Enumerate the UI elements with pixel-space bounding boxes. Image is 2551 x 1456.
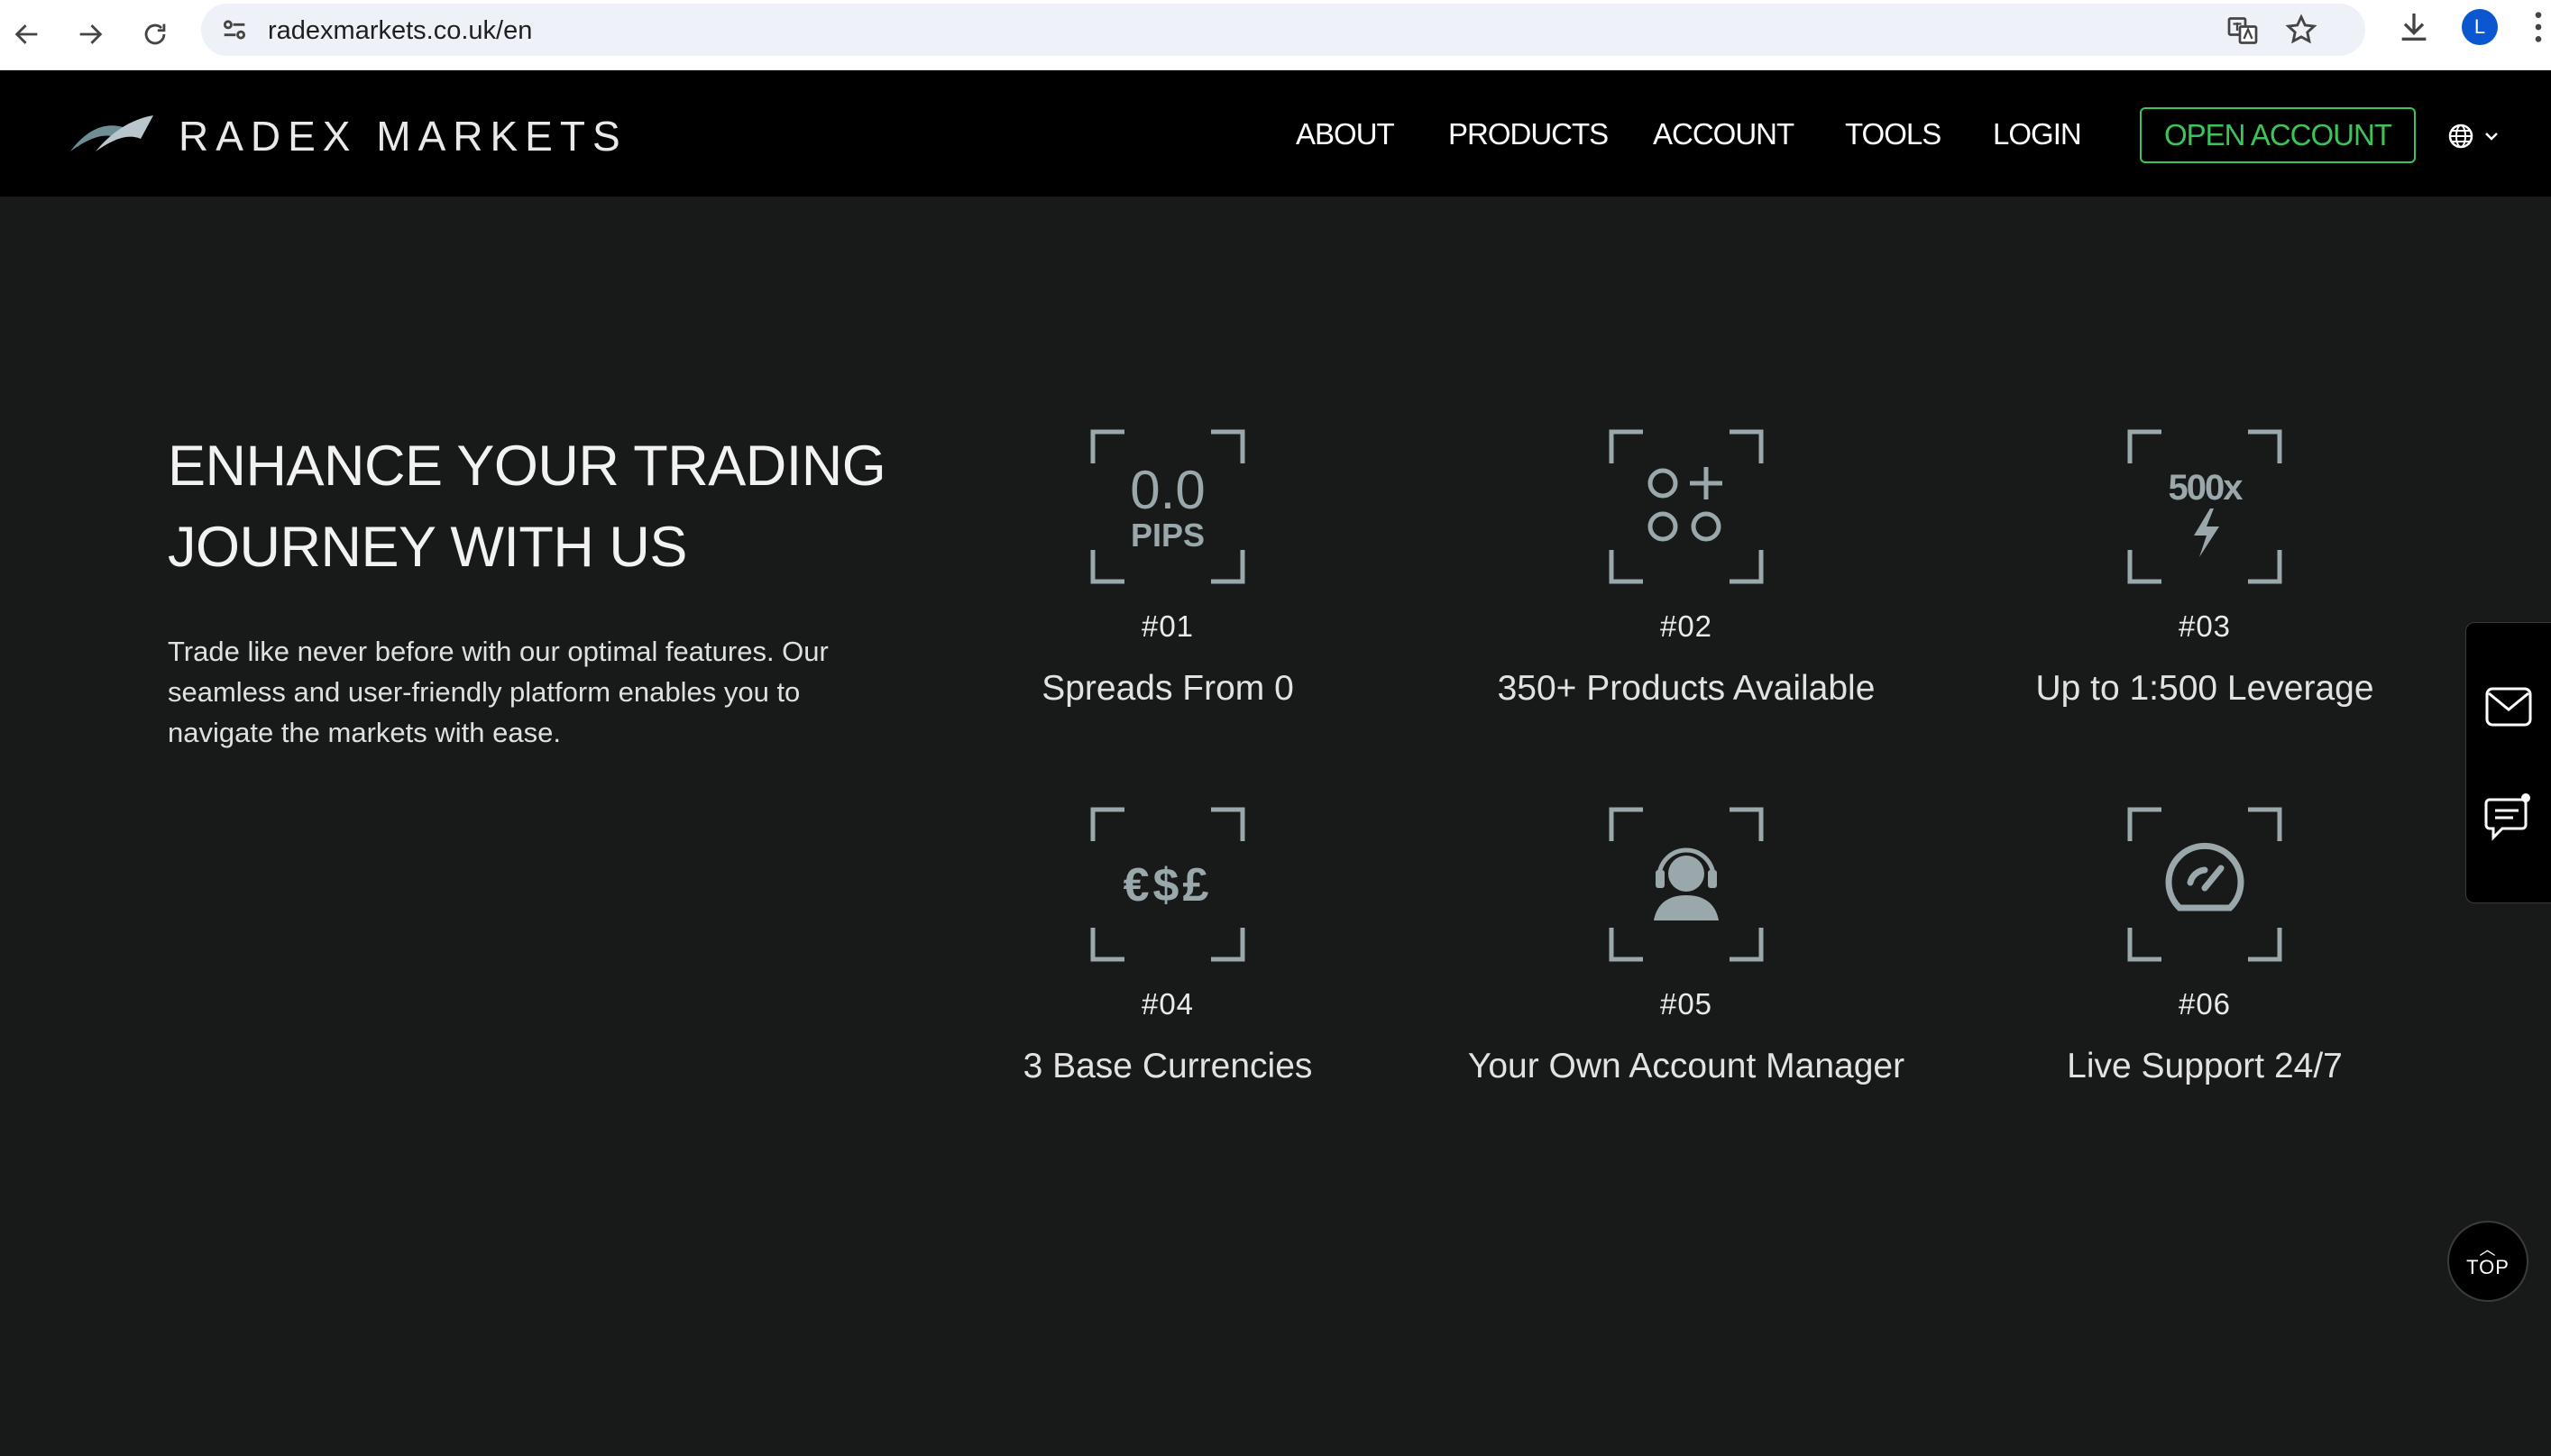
nav-tools[interactable]: TOOLS xyxy=(1845,117,1941,151)
hero-title: ENHANCE YOUR TRADING JOURNEY WITH US xyxy=(168,426,907,588)
account-manager-icon xyxy=(1609,807,1764,962)
site-header: RADEX MARKETS ABOUT PRODUCTS ACCOUNT TOO… xyxy=(0,70,2551,197)
brand-name[interactable]: RADEX MARKETS xyxy=(179,112,628,160)
forward-button[interactable] xyxy=(65,9,115,60)
hero-title-line1: ENHANCE YOUR TRADING xyxy=(168,435,886,498)
address-bar[interactable]: radexmarkets.co.uk/en xyxy=(201,4,2365,56)
bookmark-star-icon[interactable] xyxy=(2284,13,2318,47)
top-label: TOP xyxy=(2466,1256,2510,1278)
feature-number: #05 xyxy=(1659,987,1713,1021)
download-icon[interactable] xyxy=(2396,9,2432,45)
back-arrow-icon xyxy=(14,24,38,44)
feature-card: #06 Live Support 24/7 xyxy=(1952,807,2457,1086)
browser-toolbar: radexmarkets.co.uk/en L xyxy=(0,0,2551,70)
products-icon xyxy=(1609,429,1764,584)
open-account-button[interactable]: OPEN ACCOUNT xyxy=(2140,107,2416,163)
profile-avatar[interactable]: L xyxy=(2462,9,2498,45)
feature-card: 500x #03 Up to 1:500 Leverage xyxy=(1952,429,2457,709)
feature-label: 350+ Products Available xyxy=(1497,669,1876,708)
feature-card: €$£ #04 3 Base Currencies xyxy=(915,807,1420,1086)
feature-label: 3 Base Currencies xyxy=(1023,1047,1313,1085)
radex-logo-mark[interactable] xyxy=(69,112,155,153)
language-globe-icon[interactable] xyxy=(2446,123,2506,150)
feature-label: Your Own Account Manager xyxy=(1467,1047,1905,1085)
speedometer-icon xyxy=(2127,807,2282,962)
more-menu-icon[interactable] xyxy=(2530,9,2546,45)
nav-products[interactable]: PRODUCTS xyxy=(1448,117,1609,151)
mail-icon[interactable] xyxy=(2484,686,2533,728)
feature-card: #02 350+ Products Available xyxy=(1434,429,1939,709)
feature-card: #05 Your Own Account Manager xyxy=(1434,807,1939,1086)
nav-about[interactable]: ABOUT xyxy=(1296,117,1395,151)
nav-account[interactable]: ACCOUNT xyxy=(1653,117,1794,151)
back-button[interactable] xyxy=(2,9,52,60)
back-to-top-button[interactable]: ︿ TOP xyxy=(2447,1221,2528,1302)
chevron-up-icon: ︿ xyxy=(2479,1241,2497,1259)
currencies-icon: €$£ xyxy=(1090,807,1245,962)
svg-text:PIPS: PIPS xyxy=(1131,517,1205,554)
feature-number: #01 xyxy=(1141,609,1195,643)
feature-label: Spreads From 0 xyxy=(1042,669,1294,708)
hero-description: Trade like never before with our optimal… xyxy=(168,636,829,748)
reload-button[interactable] xyxy=(130,9,180,60)
translate-icon[interactable] xyxy=(2226,14,2259,47)
leverage-icon: 500x xyxy=(2127,429,2282,584)
feature-number: #03 xyxy=(2178,609,2232,643)
feature-number: #02 xyxy=(1659,609,1713,643)
feature-label: Up to 1:500 Leverage xyxy=(2035,669,2374,708)
svg-text:0.0: 0.0 xyxy=(1130,460,1205,520)
forward-arrow-icon xyxy=(79,24,103,44)
contact-side-panel xyxy=(2465,622,2551,903)
url-text: radexmarkets.co.uk/en xyxy=(268,16,533,45)
nav-login[interactable]: LOGIN xyxy=(1993,117,2082,151)
chat-icon[interactable] xyxy=(2484,791,2535,841)
feature-card: 0.0 PIPS #01 Spreads From 0 xyxy=(915,429,1420,709)
hero-title-line2: JOURNEY WITH US xyxy=(168,516,687,579)
svg-text:500x: 500x xyxy=(2169,468,2244,508)
reload-icon xyxy=(144,23,166,45)
feature-number: #04 xyxy=(1141,987,1195,1021)
pips-icon: 0.0 PIPS xyxy=(1090,429,1245,584)
site-settings-icon[interactable] xyxy=(219,14,250,45)
svg-text:€$£: €$£ xyxy=(1124,859,1213,911)
feature-label: Live Support 24/7 xyxy=(2067,1047,2343,1085)
feature-number: #06 xyxy=(2178,987,2232,1021)
